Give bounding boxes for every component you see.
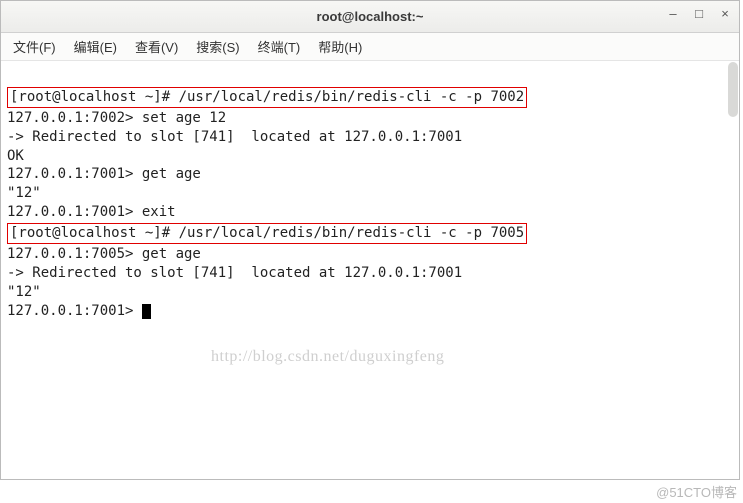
watermark-text: http://blog.csdn.net/duguxingfeng [211,346,444,368]
highlight-box-1: [root@localhost ~]# /usr/local/redis/bin… [7,87,527,108]
terminal-line: OK [7,148,24,164]
titlebar: root@localhost:~ – □ × [1,1,739,33]
terminal-line: 127.0.0.1:7001> [7,303,142,319]
terminal-line: -> Redirected to slot [741] located at 1… [7,265,462,281]
close-icon[interactable]: × [719,7,731,19]
menu-edit[interactable]: 编辑(E) [70,35,121,58]
menu-file[interactable]: 文件(F) [9,35,60,58]
command-1: /usr/local/redis/bin/redis-cli -c -p 700… [179,89,525,105]
menu-terminal[interactable]: 终端(T) [254,35,305,58]
menubar: 文件(F) 编辑(E) 查看(V) 搜索(S) 终端(T) 帮助(H) [1,33,739,61]
minimize-icon[interactable]: – [667,7,679,19]
window-controls: – □ × [667,7,731,19]
menu-search[interactable]: 搜索(S) [192,35,243,58]
highlight-box-2: [root@localhost ~]# /usr/local/redis/bin… [7,223,527,244]
footer-attribution: @51CTO博客 [656,482,737,501]
terminal-body[interactable]: [root@localhost ~]# /usr/local/redis/bin… [1,61,739,364]
menu-help[interactable]: 帮助(H) [314,35,366,58]
terminal-window: root@localhost:~ – □ × 文件(F) 编辑(E) 查看(V)… [0,0,740,480]
terminal-line: "12" [7,185,41,201]
terminal-line: 127.0.0.1:7001> get age [7,166,201,182]
cursor-icon [142,304,151,319]
scrollbar-thumb[interactable] [728,62,738,117]
command-2: /usr/local/redis/bin/redis-cli -c -p 700… [179,225,525,241]
terminal-line: -> Redirected to slot [741] located at 1… [7,129,462,145]
prompt-2: [root@localhost ~]# [10,225,179,241]
menu-view[interactable]: 查看(V) [131,35,182,58]
window-title: root@localhost:~ [317,9,424,24]
terminal-line: "12" [7,284,41,300]
maximize-icon[interactable]: □ [693,7,705,19]
terminal-line: 127.0.0.1:7002> set age 12 [7,110,226,126]
prompt-1: [root@localhost ~]# [10,89,179,105]
terminal-line: 127.0.0.1:7005> get age [7,246,201,262]
terminal-line: 127.0.0.1:7001> exit [7,204,176,220]
